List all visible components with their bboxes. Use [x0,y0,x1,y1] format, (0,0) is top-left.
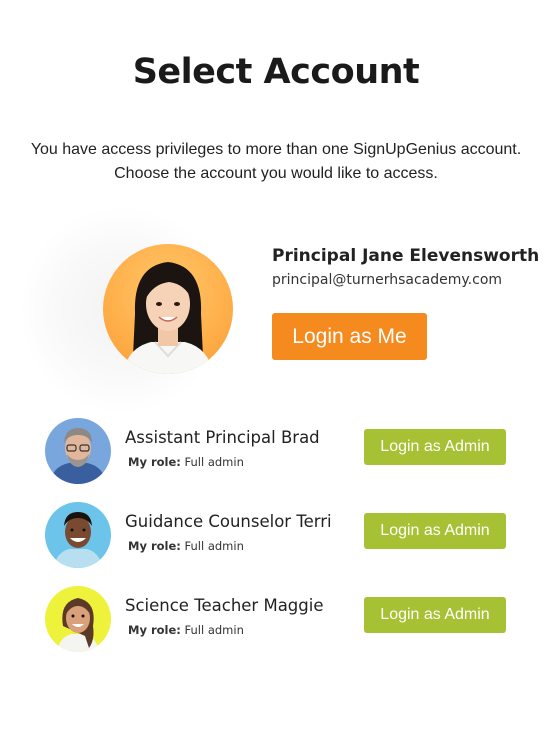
account-avatar-brad [45,418,111,484]
account-name: Science Teacher Maggie [125,596,324,615]
account-avatar-maggie [45,586,111,652]
login-as-admin-button-terri[interactable]: Login as Admin [364,513,506,549]
account-name: Assistant Principal Brad [125,428,320,447]
account-row-terri: Guidance Counselor Terri My role: Full a… [0,502,552,570]
page-title: Select Account [132,52,420,92]
account-name: Guidance Counselor Terri [125,512,332,531]
intro-text: You have access privileges to more than … [0,138,552,186]
role-label: My role: [128,623,181,637]
primary-account-name: Principal Jane Elevensworth [272,246,540,266]
account-role: My role: Full admin [128,539,244,553]
role-label: My role: [128,539,181,553]
role-value: Full admin [184,623,244,637]
account-avatar-terri [45,502,111,568]
primary-account-email: principal@turnerhsacademy.com [272,272,503,288]
account-row-maggie: Science Teacher Maggie My role: Full adm… [0,586,552,654]
account-role: My role: Full admin [128,623,244,637]
intro-line-2: Choose the account you would like to acc… [114,165,438,182]
login-as-me-button[interactable]: Login as Me [272,313,427,360]
role-label: My role: [128,455,181,469]
role-value: Full admin [184,539,244,553]
primary-avatar [103,244,233,374]
account-row-brad: Assistant Principal Brad My role: Full a… [0,418,552,486]
account-role: My role: Full admin [128,455,244,469]
intro-line-1: You have access privileges to more than … [30,141,522,158]
role-value: Full admin [184,455,244,469]
login-as-admin-button-brad[interactable]: Login as Admin [364,429,506,465]
login-as-admin-button-maggie[interactable]: Login as Admin [364,597,506,633]
